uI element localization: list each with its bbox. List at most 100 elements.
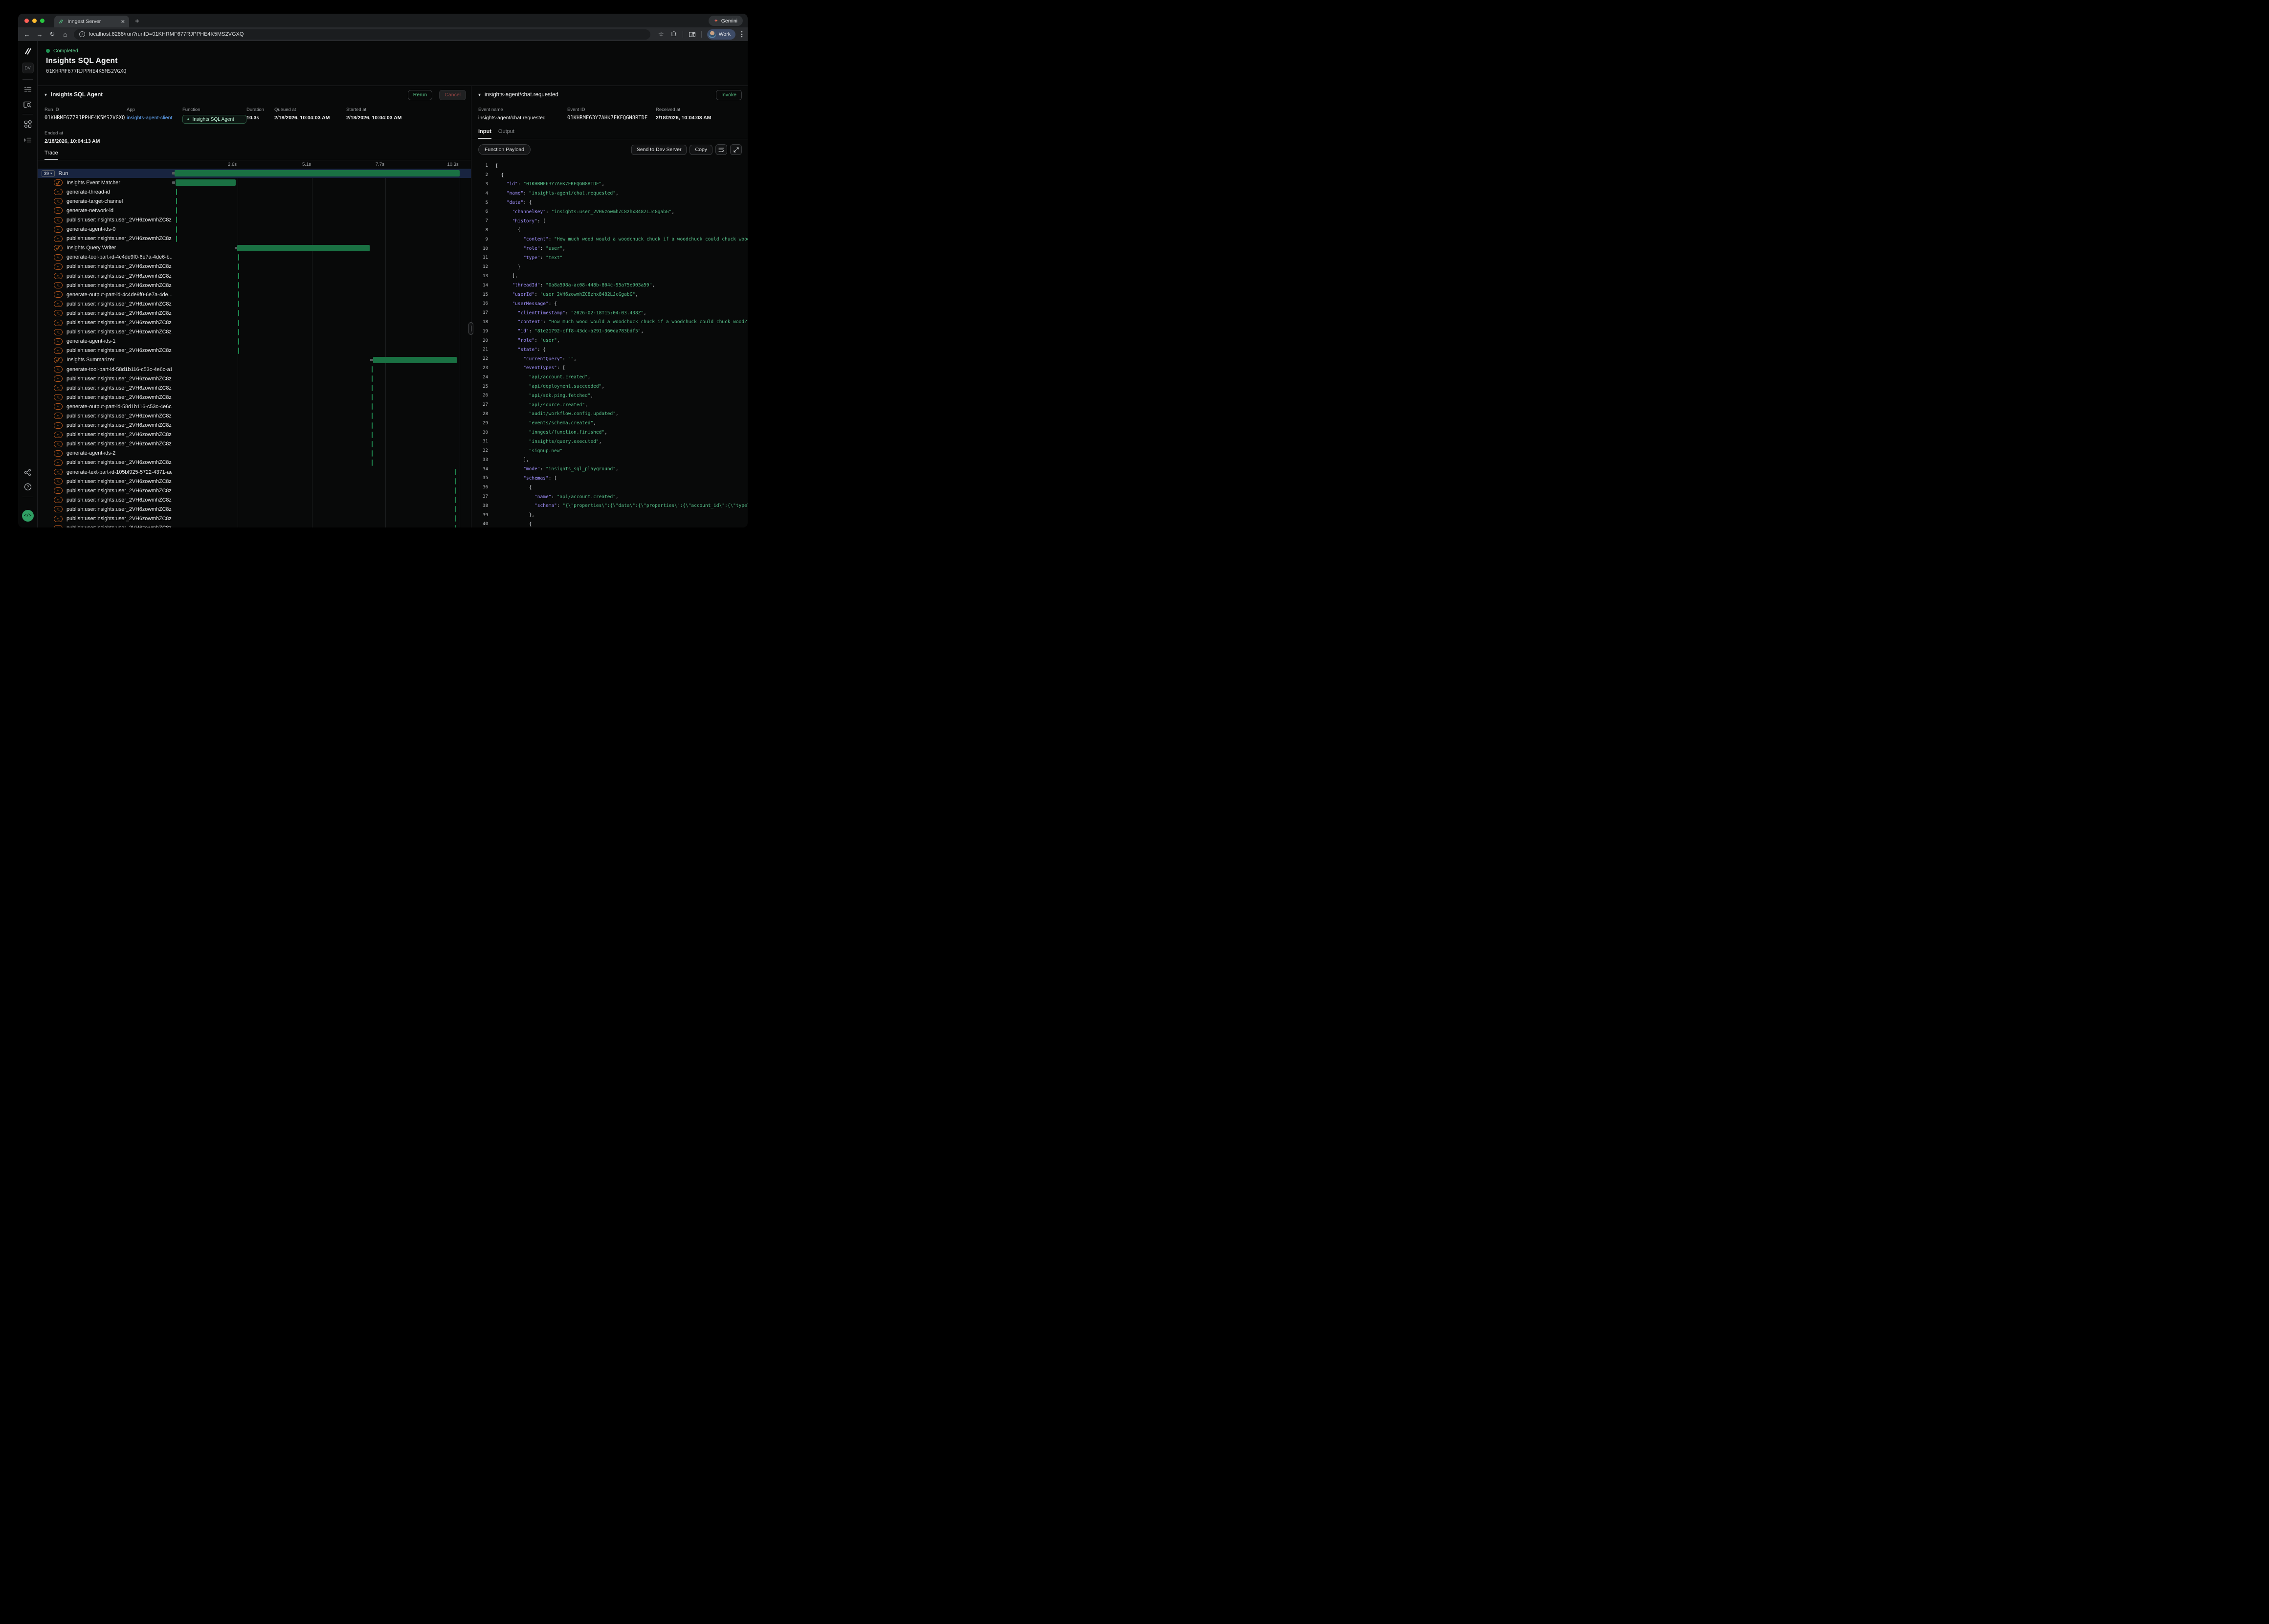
step-tick-bar[interactable] bbox=[372, 366, 373, 373]
trace-row[interactable]: >_publish:user:insights:user_2VH6zowmhZC… bbox=[38, 299, 471, 308]
trace-row[interactable]: >_publish:user:insights:user_2VH6zowmhZC… bbox=[38, 477, 471, 486]
step-tick-bar[interactable] bbox=[238, 320, 240, 326]
word-wrap-icon[interactable] bbox=[715, 144, 727, 155]
tab-input[interactable]: Input bbox=[478, 129, 491, 139]
reload-icon[interactable]: ↻ bbox=[48, 30, 56, 38]
help-icon[interactable]: ? bbox=[24, 483, 32, 491]
trace-row[interactable]: Insights Summarizer bbox=[38, 355, 471, 365]
trace-row[interactable]: >_publish:user:insights:user_2VH6zowmhZC… bbox=[38, 524, 471, 527]
step-tick-bar[interactable] bbox=[372, 422, 373, 429]
trace-row[interactable]: >_publish:user:insights:user_2VH6zowmhZC… bbox=[38, 308, 471, 318]
cancel-button[interactable]: Cancel bbox=[439, 90, 466, 100]
trace-row[interactable]: >_generate-output-part-id-4c4de9f0-6e7a-… bbox=[38, 290, 471, 299]
step-tick-bar[interactable] bbox=[238, 348, 240, 354]
share-icon[interactable] bbox=[24, 469, 31, 476]
trace-row[interactable]: >_publish:user:insights:user_2VH6zowmhZC… bbox=[38, 486, 471, 495]
span-bar[interactable] bbox=[176, 179, 236, 186]
run-expander-button[interactable]: 39▾ bbox=[42, 170, 55, 177]
step-tick-bar[interactable] bbox=[238, 263, 240, 270]
rerun-button[interactable]: Rerun bbox=[408, 90, 433, 100]
step-tick-bar[interactable] bbox=[372, 403, 373, 410]
trace-row[interactable]: 39▾Run bbox=[38, 169, 471, 178]
step-tick-bar[interactable] bbox=[176, 236, 178, 242]
trace-row[interactable]: >_publish:user:insights:user_2VH6zowmhZC… bbox=[38, 505, 471, 514]
home-icon[interactable]: ⌂ bbox=[61, 31, 69, 38]
new-tab-button[interactable]: + bbox=[135, 17, 139, 25]
trace-row[interactable]: >_publish:user:insights:user_2VH6zowmhZC… bbox=[38, 318, 471, 328]
trace-row[interactable]: >_publish:user:insights:user_2VH6zowmhZC… bbox=[38, 430, 471, 439]
trace-row[interactable]: >_publish:user:insights:user_2VH6zowmhZC… bbox=[38, 281, 471, 290]
trace-row[interactable]: >_publish:user:insights:user_2VH6zowmhZC… bbox=[38, 374, 471, 383]
step-tick-bar[interactable] bbox=[455, 497, 457, 503]
step-tick-bar[interactable] bbox=[238, 291, 240, 298]
url-bar[interactable]: i localhost:8288/run?runID=01KHRMF677RJP… bbox=[74, 29, 650, 40]
extensions-icon[interactable] bbox=[670, 31, 677, 38]
step-tick-bar[interactable] bbox=[455, 525, 457, 527]
tab-close-icon[interactable]: ✕ bbox=[121, 19, 125, 25]
trace-row[interactable]: >_publish:user:insights:user_2VH6zowmhZC… bbox=[38, 346, 471, 355]
send-to-dev-server-button[interactable]: Send to Dev Server bbox=[631, 145, 687, 155]
trace-row[interactable]: >_publish:user:insights:user_2VH6zowmhZC… bbox=[38, 439, 471, 449]
span-bar[interactable] bbox=[175, 170, 460, 176]
minimize-window-button[interactable] bbox=[32, 19, 37, 23]
step-tick-bar[interactable] bbox=[372, 413, 373, 419]
trace-row[interactable]: >_generate-agent-ids-0 bbox=[38, 225, 471, 234]
trace-row[interactable]: >_publish:user:insights:user_2VH6zowmhZC… bbox=[38, 458, 471, 467]
step-tick-bar[interactable] bbox=[176, 198, 178, 204]
trace-row[interactable]: >_generate-target-channel bbox=[38, 197, 471, 206]
runs-nav-icon[interactable] bbox=[24, 86, 32, 92]
step-tick-bar[interactable] bbox=[372, 375, 373, 382]
app-link[interactable]: insights-agent-client bbox=[127, 115, 182, 121]
span-bar[interactable] bbox=[373, 357, 456, 363]
step-tick-bar[interactable] bbox=[372, 394, 373, 400]
step-tick-bar[interactable] bbox=[238, 338, 240, 345]
step-tick-bar[interactable] bbox=[238, 273, 240, 279]
step-tick-bar[interactable] bbox=[372, 432, 373, 438]
step-tick-bar[interactable] bbox=[455, 506, 457, 512]
chevron-down-icon[interactable]: ▾ bbox=[44, 92, 47, 98]
trace-row[interactable]: >_generate-agent-ids-2 bbox=[38, 449, 471, 458]
app-switcher-badge[interactable]: DV bbox=[22, 63, 34, 73]
trace-row[interactable]: >_generate-network-id bbox=[38, 206, 471, 215]
step-tick-bar[interactable] bbox=[372, 460, 373, 466]
step-tick-bar[interactable] bbox=[238, 254, 240, 261]
back-icon[interactable]: ← bbox=[23, 31, 31, 38]
trace-row[interactable]: >_publish:user:insights:user_2VH6zowmhZC… bbox=[38, 328, 471, 337]
tab-output[interactable]: Output bbox=[498, 129, 514, 139]
step-tick-bar[interactable] bbox=[176, 189, 178, 195]
dev-mode-button[interactable]: </> bbox=[22, 510, 34, 522]
trace-row[interactable]: >_generate-tool-part-id-58d1b116-c53c-4e… bbox=[38, 365, 471, 374]
tab-search-icon[interactable] bbox=[689, 31, 696, 38]
trace-row[interactable]: Insights Query Writer bbox=[38, 243, 471, 253]
events-search-nav-icon[interactable] bbox=[23, 101, 32, 108]
step-tick-bar[interactable] bbox=[455, 469, 457, 475]
trace-row[interactable]: >_publish:user:insights:user_2VH6zowmhZC… bbox=[38, 421, 471, 430]
trace-row[interactable]: >_generate-output-part-id-58d1b116-c53c-… bbox=[38, 402, 471, 411]
step-tick-bar[interactable] bbox=[176, 217, 178, 223]
function-badge[interactable]: ✦ Insights SQL Agent bbox=[182, 115, 246, 124]
chevron-down-icon[interactable]: ▾ bbox=[478, 92, 481, 98]
step-tick-bar[interactable] bbox=[455, 478, 457, 484]
expand-icon[interactable] bbox=[730, 144, 742, 155]
trace-row[interactable]: >_publish:user:insights:user_2VH6zowmhZC… bbox=[38, 393, 471, 402]
tab-trace[interactable]: Trace bbox=[44, 150, 58, 160]
trace-row[interactable]: >_publish:user:insights:user_2VH6zowmhZC… bbox=[38, 383, 471, 393]
step-tick-bar[interactable] bbox=[455, 515, 457, 522]
step-tick-bar[interactable] bbox=[238, 329, 240, 335]
step-tick-bar[interactable] bbox=[176, 207, 178, 214]
invoke-button[interactable]: Invoke bbox=[716, 90, 742, 100]
copy-button[interactable]: Copy bbox=[690, 145, 712, 155]
maximize-window-button[interactable] bbox=[40, 19, 44, 23]
site-info-icon[interactable]: i bbox=[79, 31, 85, 37]
bookmark-star-icon[interactable]: ☆ bbox=[657, 30, 665, 38]
trace-row[interactable]: >_generate-tool-part-id-4c4de9f0-6e7a-4d… bbox=[38, 253, 471, 262]
step-tick-bar[interactable] bbox=[176, 226, 178, 233]
trace-row[interactable]: >_publish:user:insights:user_2VH6zowmhZC… bbox=[38, 411, 471, 420]
trace-row[interactable]: >_publish:user:insights:user_2VH6zowmhZC… bbox=[38, 514, 471, 523]
gemini-button[interactable]: ✦ Gemini bbox=[709, 16, 743, 26]
functions-nav-icon[interactable] bbox=[23, 137, 32, 143]
step-tick-bar[interactable] bbox=[238, 301, 240, 307]
step-tick-bar[interactable] bbox=[238, 282, 240, 288]
span-bar[interactable] bbox=[237, 245, 370, 251]
function-payload-pill[interactable]: Function Payload bbox=[478, 144, 531, 155]
